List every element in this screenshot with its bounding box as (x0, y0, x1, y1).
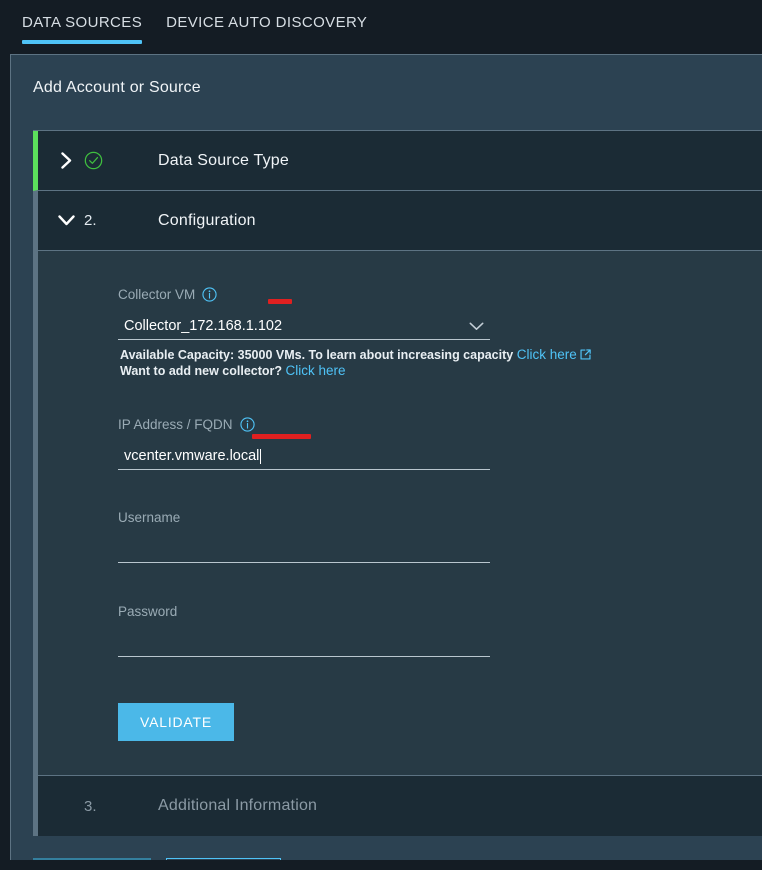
page-title: Add Account or Source (33, 79, 201, 96)
tab-data-sources[interactable]: DATA SOURCES (10, 0, 154, 44)
collector-vm-label-row: Collector VM (118, 287, 762, 302)
footer-actions: SUBMIT CANCEL (11, 836, 762, 860)
collector-capacity-text: Available Capacity: 35000 VMs. To learn … (120, 348, 514, 362)
ip-address-label: IP Address / FQDN (118, 417, 233, 432)
password-label: Password (118, 604, 178, 619)
text-cursor (260, 448, 262, 464)
external-link-icon[interactable] (577, 348, 592, 362)
chevron-down-icon[interactable] (469, 318, 484, 336)
chevron-down-icon[interactable] (48, 215, 84, 226)
collector-vm-label: Collector VM (118, 287, 196, 302)
validate-button[interactable]: VALIDATE (118, 703, 235, 741)
tab-data-sources-label: DATA SOURCES (22, 14, 143, 31)
wizard-stepper: Data Source Type 2. Configuration Collec… (33, 130, 762, 836)
info-icon[interactable] (202, 287, 217, 302)
chevron-right-icon[interactable] (48, 152, 84, 169)
step-header-configuration[interactable]: 2. Configuration (33, 191, 762, 251)
step-number-configuration: 2. (84, 212, 97, 229)
field-ip-address: IP Address / FQDN vcenter.vmware.local (38, 417, 762, 470)
collector-add-new-text: Want to add new collector? (120, 364, 283, 378)
tab-device-auto-discovery-label: DEVICE AUTO DISCOVERY (166, 14, 368, 31)
add-new-collector-link[interactable]: Click here (286, 363, 346, 378)
configuration-form: Collector VM Collector_172.168.1.102 Ava… (33, 251, 762, 776)
username-input[interactable] (118, 536, 490, 563)
step-header-data-source-type[interactable]: Data Source Type (33, 131, 762, 191)
collector-add-new-line: Want to add new collector? Click here (120, 363, 762, 379)
submit-button[interactable]: SUBMIT (33, 858, 151, 860)
add-account-panel: Add Account or Source Data Source Type 2… (10, 54, 762, 860)
password-input[interactable] (118, 630, 490, 657)
ip-address-input[interactable]: vcenter.vmware.local (118, 443, 490, 470)
step-status-check-icon (84, 151, 120, 170)
ip-address-label-row: IP Address / FQDN (118, 417, 762, 432)
cancel-button[interactable]: CANCEL (165, 858, 282, 860)
collector-capacity-line: Available Capacity: 35000 VMs. To learn … (120, 347, 762, 363)
field-password: Password (38, 604, 762, 657)
capacity-learn-more-link[interactable]: Click here (517, 347, 577, 362)
collector-vm-select[interactable]: Collector_172.168.1.102 (118, 313, 490, 340)
collector-vm-value: Collector_172.168.1.102 (124, 318, 283, 334)
step-number-additional-information: 3. (84, 797, 97, 815)
username-label-row: Username (118, 510, 762, 525)
ip-address-value: vcenter.vmware.local (124, 448, 260, 464)
collector-vm-helper-text: Available Capacity: 35000 VMs. To learn … (118, 347, 762, 379)
field-username: Username (38, 510, 762, 563)
tab-active-underline (22, 40, 143, 44)
info-icon[interactable] (239, 417, 255, 432)
validate-row: VALIDATE (38, 657, 762, 741)
step-label-data-source-type: Data Source Type (158, 151, 289, 169)
annotation-mark-collector (268, 299, 292, 304)
password-label-row: Password (118, 604, 762, 619)
step-label-additional-information: Additional Information (158, 797, 318, 814)
tab-bar: DATA SOURCES DEVICE AUTO DISCOVERY (0, 0, 762, 54)
username-label: Username (118, 510, 181, 525)
field-collector-vm: Collector VM Collector_172.168.1.102 Ava… (38, 287, 762, 379)
annotation-mark-ip-address (252, 434, 311, 439)
step-label-configuration: Configuration (158, 211, 256, 229)
step-header-additional-information[interactable]: 3. Additional Information (33, 776, 762, 836)
tab-device-auto-discovery[interactable]: DEVICE AUTO DISCOVERY (154, 0, 379, 40)
